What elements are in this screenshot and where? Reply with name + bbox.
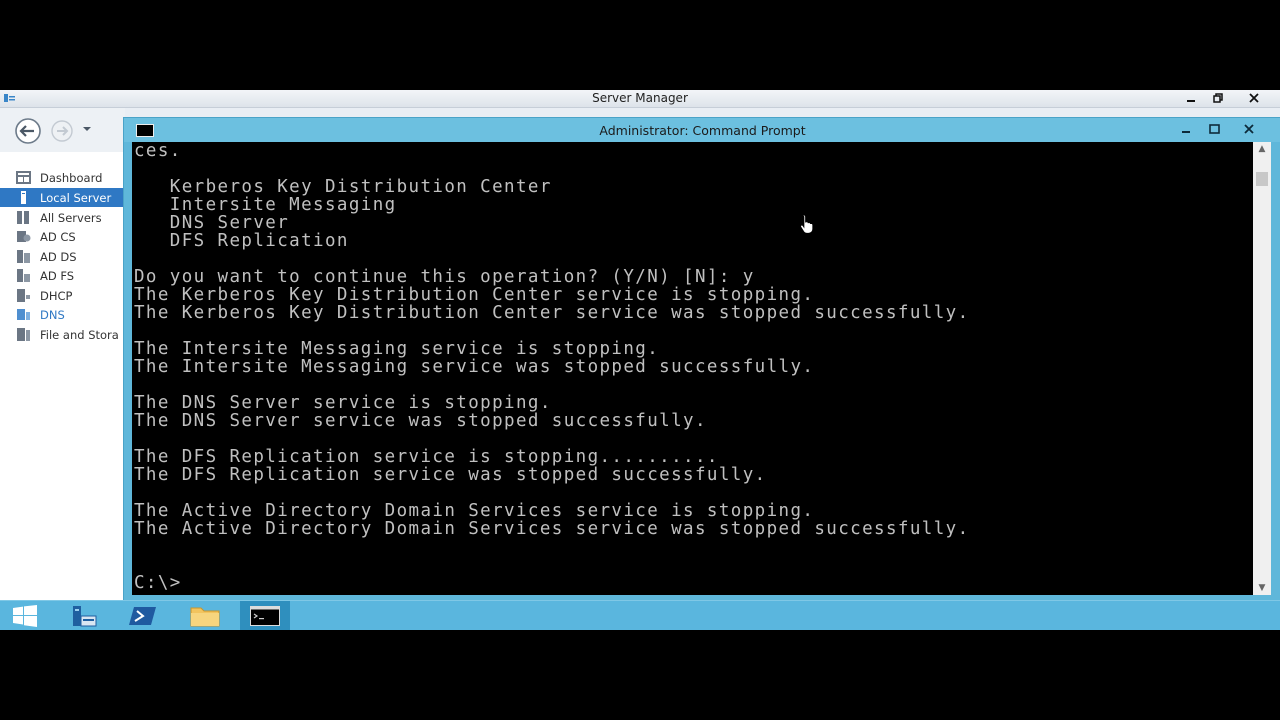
server-manager-taskbar-button[interactable] <box>56 601 106 630</box>
forward-button[interactable] <box>50 120 74 142</box>
sidebar-item-ad-ds[interactable]: AD DS <box>0 247 124 266</box>
command-prompt-titlebar[interactable]: Administrator: Command Prompt <box>124 118 1280 142</box>
cmd-icon <box>250 606 280 626</box>
ad-ds-icon <box>17 250 30 263</box>
console-scrollbar[interactable]: ▲ ▼ <box>1253 142 1271 595</box>
command-prompt-title: Administrator: Command Prompt <box>599 123 806 138</box>
server-manager-titlebar[interactable]: Server Manager <box>0 90 1280 108</box>
server-manager-icon <box>73 606 97 627</box>
close-icon <box>1244 124 1254 134</box>
scrollbar-thumb[interactable] <box>1256 172 1268 186</box>
restore-icon <box>1213 93 1223 103</box>
console-text: ces. Kerberos Key Distribution Center In… <box>134 142 970 593</box>
sidebar-item-dns[interactable]: DNS <box>0 305 124 324</box>
ad-cs-icon <box>17 231 31 242</box>
sidebar-item-label: Dashboard <box>40 171 103 185</box>
server-manager-title: Server Manager <box>592 91 688 105</box>
powershell-icon <box>129 607 156 625</box>
maximize-icon <box>1208 124 1220 134</box>
restore-button[interactable] <box>1205 90 1231 106</box>
command-prompt-window[interactable]: Administrator: Command Prompt ces. Kerbe… <box>123 117 1280 602</box>
local-server-icon <box>21 191 26 204</box>
scroll-up-icon[interactable]: ▲ <box>1253 142 1271 156</box>
minimize-icon <box>1182 131 1190 133</box>
sidebar-item-ad-cs[interactable]: AD CS <box>0 227 124 246</box>
sidebar-item-ad-fs[interactable]: AD FS <box>0 266 124 285</box>
close-button[interactable] <box>1241 90 1267 106</box>
start-button[interactable] <box>0 601 50 630</box>
console-output[interactable]: ces. Kerberos Key Distribution Center In… <box>132 142 1253 595</box>
taskbar <box>0 600 1280 630</box>
all-servers-icon <box>17 211 29 224</box>
dhcp-icon <box>17 289 30 302</box>
folder-icon <box>190 607 220 627</box>
dashboard-icon <box>16 171 31 184</box>
sidebar-item-label: File and Stora <box>40 328 119 342</box>
sidebar-item-label: AD CS <box>40 230 76 244</box>
sidebar-item-all-servers[interactable]: All Servers <box>0 208 124 227</box>
file-explorer-taskbar-button[interactable] <box>180 601 230 630</box>
scroll-down-icon[interactable]: ▼ <box>1253 581 1271 595</box>
windows-logo-icon <box>13 605 37 627</box>
cmd-minimize-button[interactable] <box>1173 120 1199 138</box>
server-manager-toolbar <box>0 108 125 152</box>
sidebar-item-dhcp[interactable]: DHCP <box>0 286 124 305</box>
cmd-maximize-button[interactable] <box>1201 120 1227 138</box>
sidebar-item-label: AD FS <box>40 269 75 283</box>
sidebar-item-dashboard[interactable]: Dashboard <box>0 168 124 187</box>
desktop: Server Manager Dashboard Local Server Al… <box>0 90 1280 630</box>
sidebar-item-file-storage[interactable]: File and Stora <box>0 325 124 344</box>
back-button[interactable] <box>11 118 45 144</box>
sidebar-item-label: DNS <box>40 308 65 322</box>
minimize-icon <box>1187 100 1195 102</box>
sidebar-item-label: Local Server <box>40 191 112 205</box>
close-icon <box>1249 93 1259 103</box>
server-manager-sidebar: Dashboard Local Server All Servers AD CS… <box>0 152 126 630</box>
ad-fs-icon <box>17 269 30 282</box>
cmd-close-button[interactable] <box>1236 120 1262 138</box>
hand-cursor-icon <box>800 214 814 234</box>
dns-icon <box>17 309 30 320</box>
powershell-taskbar-button[interactable] <box>118 601 168 630</box>
sidebar-item-local-server[interactable]: Local Server <box>0 188 124 207</box>
chevron-down-icon[interactable] <box>82 125 92 133</box>
sidebar-item-label: All Servers <box>40 211 102 225</box>
sidebar-item-label: DHCP <box>40 289 73 303</box>
minimize-button[interactable] <box>1178 90 1204 106</box>
file-storage-icon <box>17 328 30 341</box>
sidebar-item-label: AD DS <box>40 250 77 264</box>
command-prompt-taskbar-button[interactable] <box>240 601 290 630</box>
